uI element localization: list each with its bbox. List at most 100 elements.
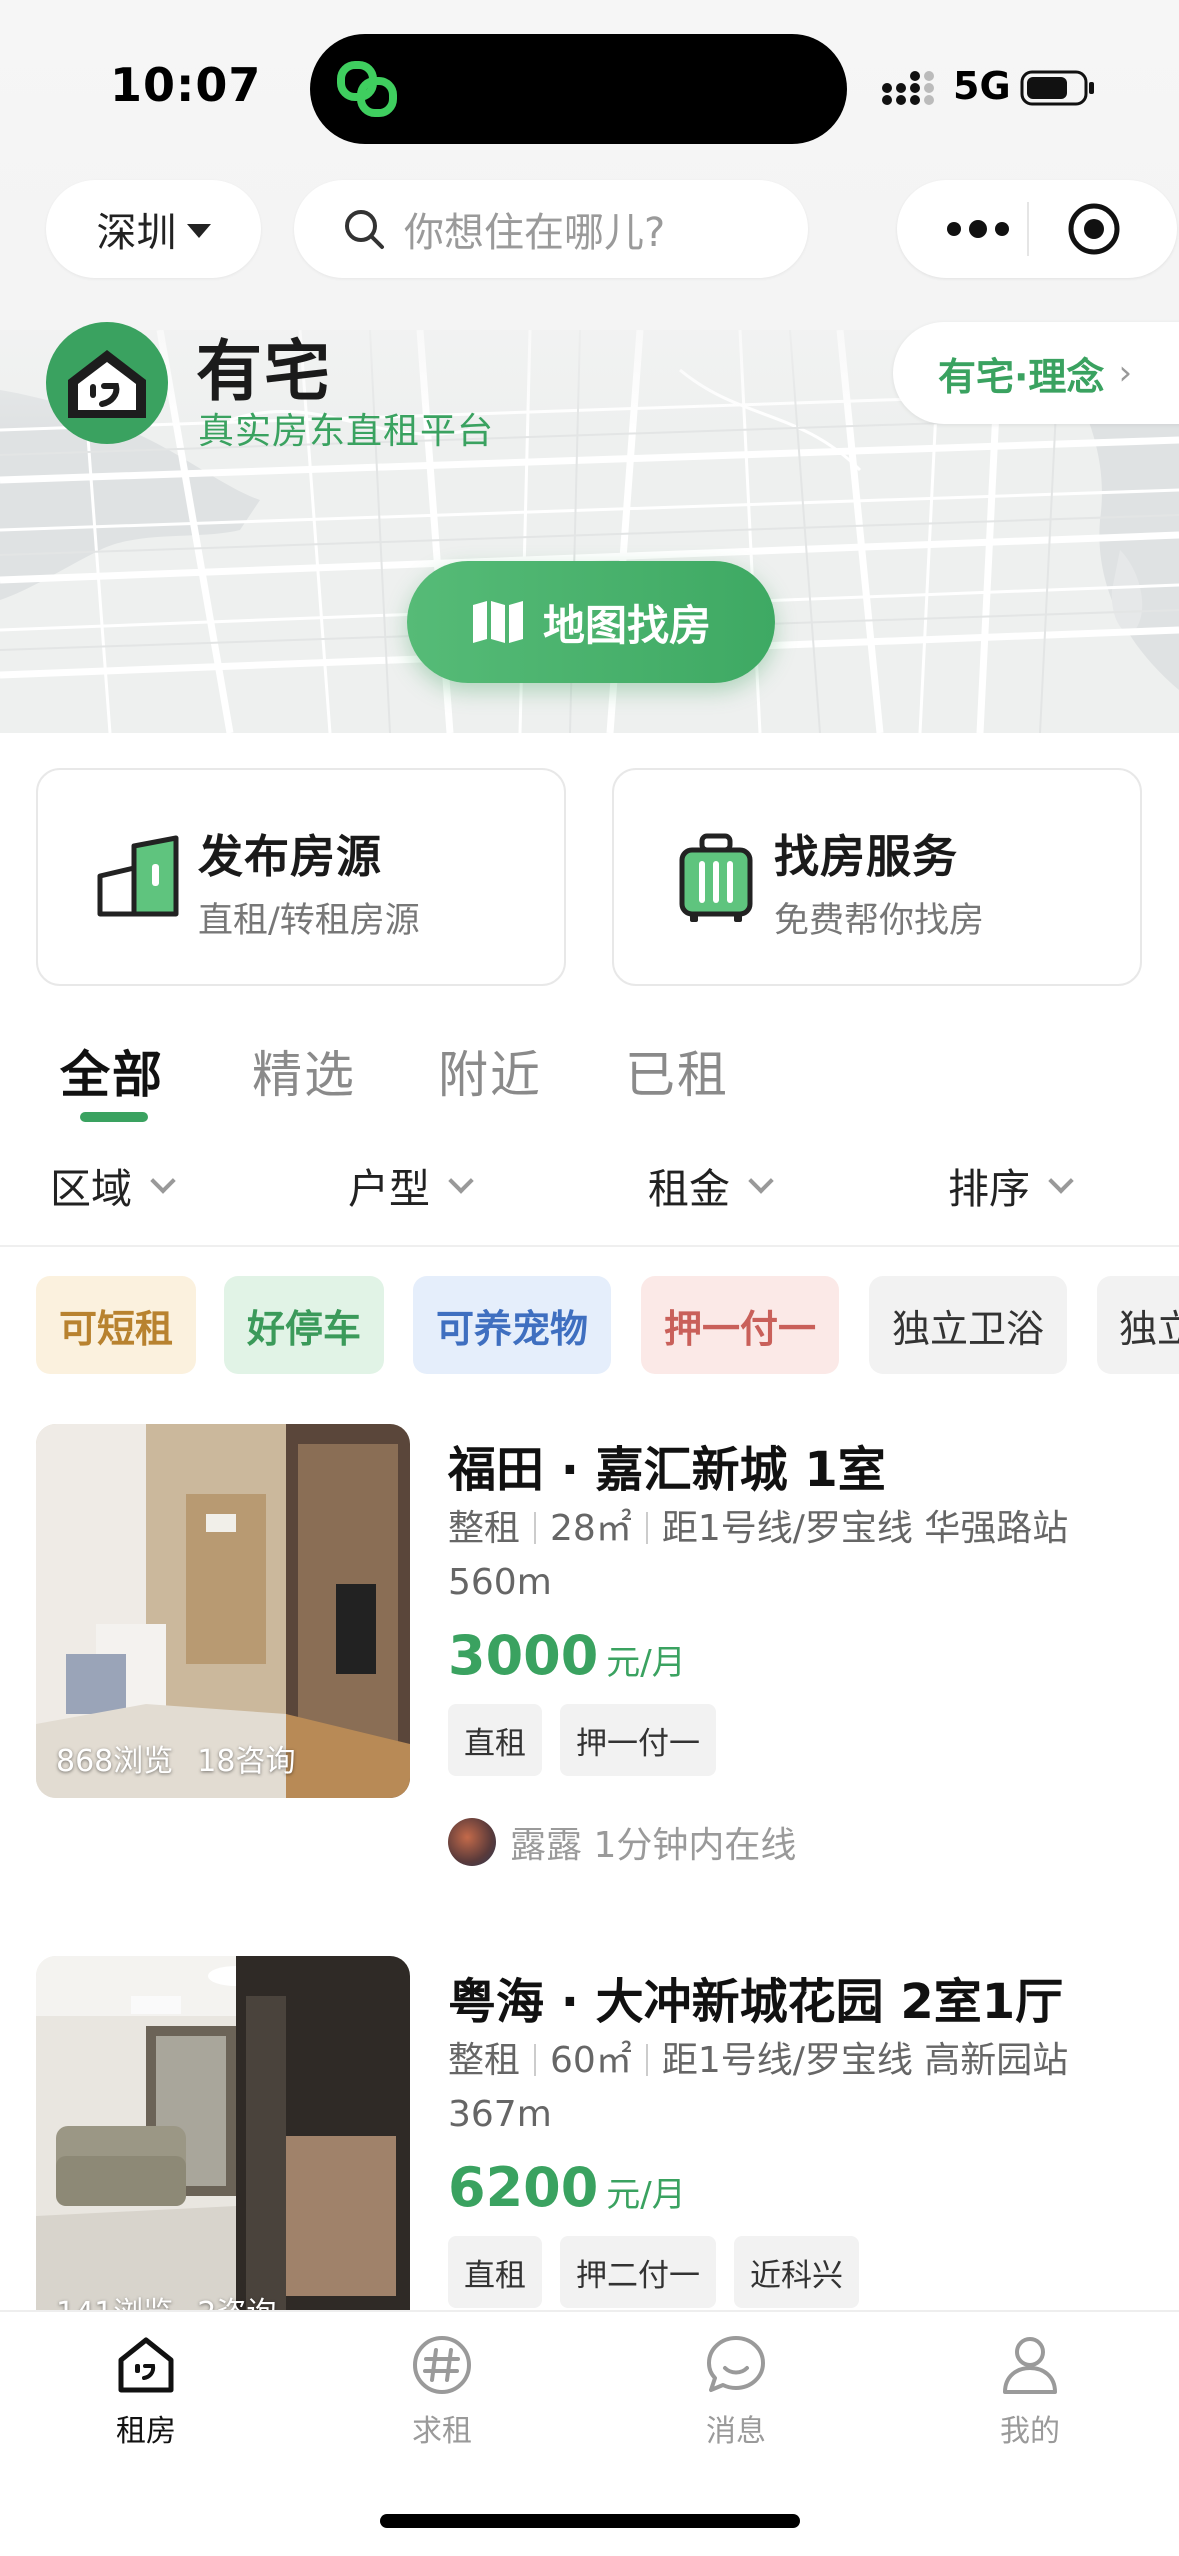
avatar bbox=[448, 1818, 496, 1866]
price-value: 6200 bbox=[448, 2156, 599, 2219]
brand-name: 有宅 bbox=[196, 333, 332, 410]
view-count: 868浏览 bbox=[56, 1744, 174, 1779]
listing-price: 3000 元/月 bbox=[448, 1624, 686, 1687]
chip-deposit-one[interactable]: 押一付一 bbox=[641, 1276, 839, 1374]
app-link-icon bbox=[337, 61, 397, 117]
listing-photo[interactable]: 141浏览 2咨询 bbox=[36, 1956, 410, 2310]
filter-rent[interactable]: 租金 bbox=[648, 1155, 774, 1215]
house-icon bbox=[118, 2337, 174, 2393]
listing-card[interactable]: 868浏览 18咨询 福田 · 嘉汇新城 1室 整租 28㎡ 距1号线/罗宝线 华强… bbox=[0, 1424, 1179, 1884]
filter-bar: 区域 户型 租金 排序 bbox=[0, 1155, 1179, 1245]
chip-private-bath[interactable]: 独立卫浴 bbox=[869, 1276, 1067, 1374]
miniprogram-capsule bbox=[897, 180, 1177, 278]
publish-listing-card[interactable]: 发布房源 直租/转租房源 bbox=[36, 768, 566, 986]
caret-down-icon bbox=[186, 224, 211, 238]
listing-tag: 近科兴 bbox=[734, 2236, 859, 2308]
house-finding-service-card[interactable]: 找房服务 免费帮你找房 bbox=[612, 768, 1142, 986]
map-search-button[interactable]: 地图找房 bbox=[407, 561, 775, 683]
brand-logo bbox=[46, 322, 168, 444]
chevron-down-icon bbox=[448, 1168, 474, 1194]
city-name: 深圳 bbox=[96, 210, 177, 256]
home-indicator bbox=[380, 2514, 800, 2528]
rent-type: 整租 bbox=[448, 1508, 521, 1549]
landlord-online-text: 露露 1分钟内在线 bbox=[510, 1825, 797, 1866]
tab-rented[interactable]: 已租 bbox=[625, 1035, 729, 1107]
map-button-label: 地图找房 bbox=[542, 600, 711, 650]
nav-rent[interactable]: 租房 bbox=[66, 2332, 226, 2450]
publish-listing-title: 发布房源 bbox=[198, 830, 383, 883]
listing-area: 60㎡ bbox=[550, 2040, 632, 2081]
filter-layout-label: 户型 bbox=[348, 1165, 430, 1213]
search-placeholder: 你想住在哪儿? bbox=[404, 210, 666, 256]
tab-featured[interactable]: 精选 bbox=[252, 1035, 356, 1107]
listing-tags: 直租 押一付一 bbox=[448, 1704, 716, 1776]
tab-all[interactable]: 全部 bbox=[60, 1035, 164, 1107]
suitcase-icon bbox=[679, 833, 753, 922]
concept-label: 有宅·理念 bbox=[938, 354, 1105, 399]
house-finding-title: 找房服务 bbox=[774, 830, 959, 883]
listing-stats: 868浏览 18咨询 bbox=[56, 1736, 295, 1780]
transit-info: 距1号线/罗宝线 高新园站 bbox=[661, 2040, 1069, 2081]
room-photo-image bbox=[36, 1956, 410, 2310]
landlord-status[interactable]: 露露 1分钟内在线 bbox=[448, 1816, 796, 1868]
view-count: 141浏览 bbox=[56, 2288, 173, 2310]
status-bar: 10:07 5G bbox=[0, 0, 1179, 170]
brand-slogan: 真实房东直租平台 bbox=[198, 411, 495, 452]
chip-independent[interactable]: 独立 bbox=[1097, 1276, 1179, 1374]
nav-profile[interactable]: 我的 bbox=[950, 2332, 1110, 2450]
price-unit: 元/月 bbox=[606, 1643, 686, 1683]
listing-tags: 直租 押二付一 近科兴 bbox=[448, 2236, 859, 2308]
status-time: 10:07 bbox=[110, 58, 262, 112]
listing-tag: 押二付一 bbox=[560, 2236, 716, 2308]
listing-title[interactable]: 粤海 · 大冲新城花园 2室1厅 bbox=[448, 1962, 1063, 2032]
chevron-right-icon: › bbox=[1118, 353, 1133, 393]
city-selector[interactable]: 深圳 bbox=[46, 180, 261, 278]
inquiry-count: 2咨询 bbox=[197, 2288, 276, 2310]
listing-area: 28㎡ bbox=[550, 1508, 632, 1549]
filter-layout[interactable]: 户型 bbox=[348, 1155, 474, 1215]
search-input[interactable]: 你想住在哪儿? bbox=[294, 180, 808, 278]
transit-distance: 560m bbox=[448, 1562, 552, 1603]
listing-tabs: 全部 精选 附近 已租 bbox=[0, 1035, 1179, 1135]
battery-icon bbox=[1020, 70, 1094, 106]
transit-info: 距1号线/罗宝线 华强路站 bbox=[661, 1508, 1069, 1549]
more-menu-icon[interactable] bbox=[933, 206, 1023, 252]
cellular-signal-icon bbox=[882, 71, 934, 105]
transit-distance: 367m bbox=[448, 2094, 552, 2135]
nav-want-to-rent[interactable]: 求租 bbox=[362, 2332, 522, 2450]
chevron-down-icon bbox=[1048, 1168, 1074, 1194]
nav-rent-label: 租房 bbox=[116, 2414, 176, 2449]
concept-button[interactable]: 有宅·理念 › bbox=[893, 322, 1179, 424]
nav-messages[interactable]: 消息 bbox=[656, 2332, 816, 2450]
filter-district[interactable]: 区域 bbox=[50, 1155, 176, 1215]
publish-listing-subtitle: 直租/转租房源 bbox=[198, 901, 420, 941]
close-target-icon[interactable] bbox=[1067, 202, 1121, 256]
listing-tag: 直租 bbox=[448, 2236, 542, 2308]
listing-price: 6200 元/月 bbox=[448, 2156, 686, 2219]
listing-photo[interactable]: 868浏览 18咨询 bbox=[36, 1424, 410, 1798]
chat-bubble-icon bbox=[707, 2336, 765, 2392]
person-icon bbox=[1003, 2337, 1057, 2394]
house-logo-icon bbox=[68, 350, 146, 418]
network-type: 5G bbox=[953, 64, 1011, 108]
chip-pets-allowed[interactable]: 可养宠物 bbox=[413, 1276, 611, 1374]
listing-meta: 整租 60㎡ 距1号线/罗宝线 高新园站 367m bbox=[448, 2034, 1088, 2142]
chip-short-term[interactable]: 可短租 bbox=[36, 1276, 196, 1374]
rent-type: 整租 bbox=[448, 2040, 521, 2081]
publish-house-icon bbox=[97, 835, 179, 917]
filter-district-label: 区域 bbox=[50, 1165, 132, 1213]
filter-sort[interactable]: 排序 bbox=[948, 1155, 1074, 1215]
house-finding-subtitle: 免费帮你找房 bbox=[774, 901, 985, 941]
tab-nearby[interactable]: 附近 bbox=[438, 1035, 542, 1107]
map-icon bbox=[472, 601, 523, 643]
filter-rent-label: 租金 bbox=[648, 1165, 730, 1213]
listing-title[interactable]: 福田 · 嘉汇新城 1室 bbox=[448, 1430, 886, 1500]
dynamic-island bbox=[310, 34, 847, 144]
listing-meta: 整租 28㎡ 距1号线/罗宝线 华强路站 560m bbox=[448, 1502, 1088, 1610]
chip-parking[interactable]: 好停车 bbox=[224, 1276, 384, 1374]
listing-tag: 押一付一 bbox=[560, 1704, 716, 1776]
chevron-down-icon bbox=[748, 1168, 774, 1194]
nav-profile-label: 我的 bbox=[1000, 2414, 1060, 2449]
quick-filter-chips: 可短租 好停车 可养宠物 押一付一 独立卫浴 独立 bbox=[0, 1276, 1179, 1376]
listing-card[interactable]: 141浏览 2咨询 粤海 · 大冲新城花园 2室1厅 整租 60㎡距1号线/罗宝线… bbox=[0, 1956, 1179, 2310]
